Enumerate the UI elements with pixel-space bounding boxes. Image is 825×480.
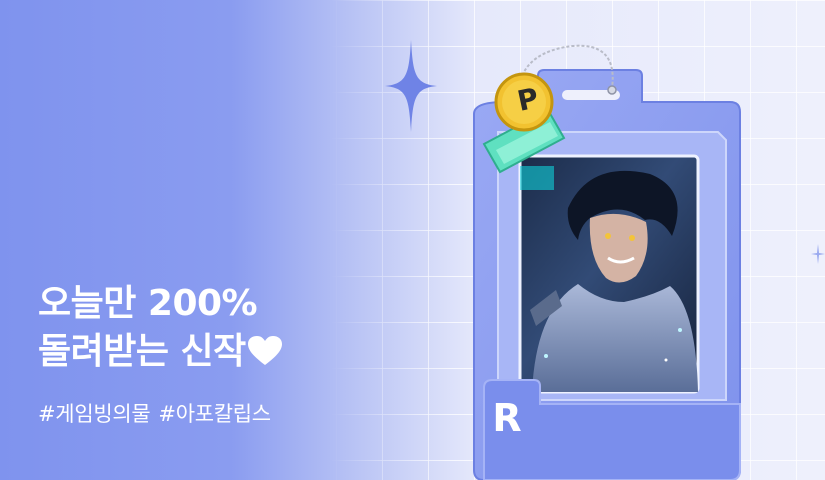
card-badge-letter: R — [492, 396, 522, 440]
hashtag-list: #게임빙의물 #아포칼립스 — [38, 398, 271, 428]
headline-line-2-text: 돌려받는 신작 — [38, 331, 246, 372]
sparkle-icon — [811, 244, 825, 264]
keychain-letter: P — [514, 81, 542, 118]
headline: 오늘만 200% 돌려받는 신작 — [38, 280, 282, 376]
headline-line-1: 오늘만 200% — [38, 283, 258, 324]
hashtag-game[interactable]: #게임빙의물 — [38, 402, 151, 426]
promo-banner[interactable]: 오늘만 200% 돌려받는 신작 #게임빙의물 #아포칼립스 P R — [0, 0, 825, 480]
photocard-frame[interactable]: P R — [440, 40, 760, 480]
heart-icon — [247, 336, 282, 365]
sparkle-icon — [385, 40, 437, 132]
photocard-graphic — [473, 44, 741, 480]
hashtag-apocalypse[interactable]: #아포칼립스 — [158, 402, 271, 426]
headline-line-2: 돌려받는 신작 — [38, 328, 282, 376]
